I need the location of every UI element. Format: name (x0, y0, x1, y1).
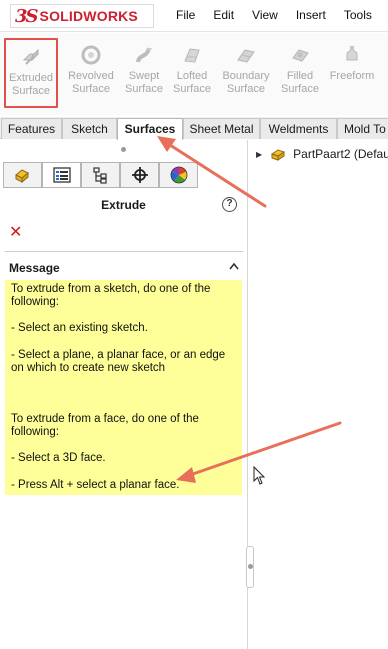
tool-label-line1: Extruded (8, 72, 54, 84)
message-group-header[interactable]: Message (9, 261, 60, 275)
filled-surface-button[interactable]: Filled Surface (273, 38, 327, 108)
configuration-tree-icon (92, 167, 107, 184)
part-icon (271, 149, 286, 161)
display-manager-tab[interactable] (159, 162, 198, 188)
feature-manager-tab[interactable] (3, 162, 42, 188)
tab-sketch[interactable]: Sketch (62, 118, 117, 139)
revolved-surface-icon (81, 45, 101, 65)
help-icon[interactable]: ? (222, 197, 237, 212)
menu-edit[interactable]: Edit (213, 8, 234, 22)
lofted-surface-icon (184, 48, 200, 63)
property-manager-tab[interactable] (42, 162, 81, 188)
tool-label-line1: Lofted (176, 70, 208, 82)
tool-label-line1: Filled (286, 70, 314, 82)
tool-label-line2: Surface (173, 83, 211, 95)
tab-surfaces[interactable]: Surfaces (117, 118, 183, 140)
menu-view[interactable]: View (252, 8, 278, 22)
divider (5, 251, 243, 252)
boundary-surface-icon (237, 49, 255, 63)
menu-bar: File Edit View Insert Tools W (176, 8, 388, 22)
swept-surface-button[interactable]: Swept Surface (117, 38, 171, 108)
crosshair-icon (131, 167, 148, 183)
handle-dot (248, 564, 253, 569)
tab-weldments[interactable]: Weldments (260, 118, 337, 139)
cancel-icon[interactable]: ✕ (9, 222, 22, 242)
tool-label-line1: Freeform (329, 70, 375, 82)
message-line: To extrude from a face, do one of the fo… (11, 413, 199, 439)
tool-label-line2: Surface (12, 85, 50, 97)
message-line: - Select an existing sketch. (11, 322, 148, 335)
tab-sheet-metal[interactable]: Sheet Metal (183, 118, 260, 139)
message-box: To extrude from a sketch, do one of the … (5, 280, 242, 495)
tool-label-line1: Boundary (222, 70, 270, 82)
part-name: PartPaart2 (Defau (293, 147, 388, 161)
boundary-surface-button[interactable]: Boundary Surface (219, 38, 273, 108)
expand-arrow-icon[interactable]: ▶ (256, 150, 262, 159)
feature-tree-part-item[interactable]: ▶ PartPaart2 (Defau (256, 146, 388, 162)
chevron-up-icon[interactable] (229, 262, 239, 270)
property-manager-title: Extrude (101, 198, 146, 212)
manager-tabs (3, 162, 198, 188)
configuration-manager-tab[interactable] (81, 162, 120, 188)
command-manager-toolbar: Extruded Surface Revolved Surface Swept … (0, 33, 388, 115)
extruded-surface-button[interactable]: Extruded Surface (4, 38, 58, 108)
tool-label-line1: Revolved (68, 70, 114, 82)
filled-surface-icon (292, 49, 309, 62)
revolved-surface-button[interactable]: Revolved Surface (64, 38, 118, 108)
tool-label-line2: Surface (125, 83, 163, 95)
command-manager-tabs: Features Sketch Surfaces Sheet Metal Wel… (0, 117, 388, 140)
swept-surface-icon (136, 47, 152, 63)
message-line: To extrude from a sketch, do one of the … (11, 283, 211, 309)
tool-label-line2: Surface (72, 83, 110, 95)
freeform-button[interactable]: Freeform (325, 38, 379, 108)
message-line: - Select a 3D face. (11, 452, 106, 465)
menu-insert[interactable]: Insert (296, 8, 326, 22)
extruded-surface-icon (22, 48, 40, 65)
title-bar: 3S SOLIDWORKS File Edit View Insert Tool… (0, 0, 388, 32)
freeform-icon (346, 46, 358, 61)
menu-file[interactable]: File (176, 8, 195, 22)
menu-tools[interactable]: Tools (344, 8, 372, 22)
property-manager-panel: Extrude ? ✕ Message To extrude from a sk… (0, 140, 254, 649)
ds-logo-mark: 3S (15, 5, 38, 27)
message-line: - Select a plane, a planar face, or an e… (11, 348, 226, 374)
tab-features[interactable]: Features (1, 118, 62, 139)
tool-label-line1: Swept (128, 70, 160, 82)
dimxpert-manager-tab[interactable] (120, 162, 159, 188)
feature-tree-icon (14, 169, 29, 184)
mouse-cursor-icon (253, 466, 266, 485)
tool-label-line2: Surface (227, 83, 265, 95)
color-wheel-icon (170, 166, 187, 184)
brand-name: SOLIDWORKS (39, 8, 138, 24)
solidworks-logo[interactable]: 3S SOLIDWORKS (10, 4, 154, 28)
panel-top-strip (0, 140, 247, 162)
tool-label-line2: Surface (281, 83, 319, 95)
message-line: - Press Alt + select a planar face. (11, 478, 180, 491)
property-list-icon (52, 167, 71, 183)
panel-resize-handle[interactable] (246, 546, 254, 588)
tab-mold-tools[interactable]: Mold To (337, 118, 388, 139)
lofted-surface-button[interactable]: Lofted Surface (165, 38, 219, 108)
collapse-handle-dot[interactable] (121, 147, 126, 152)
